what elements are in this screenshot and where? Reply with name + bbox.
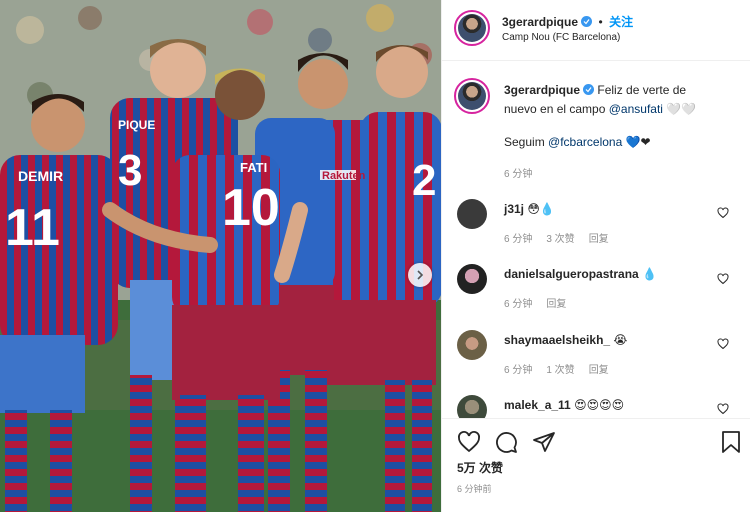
- commenter-avatar[interactable]: [457, 395, 487, 418]
- comment-time: 6 分钟: [504, 299, 533, 310]
- comment-text: 💧: [642, 267, 658, 281]
- caption: 3gerardpique Feliz de verte de nuevo en …: [504, 81, 736, 119]
- comment-heart-icon[interactable]: [717, 207, 729, 219]
- comment-time: 6 分钟: [504, 365, 533, 376]
- like-heart-icon[interactable]: [457, 430, 481, 454]
- comment-heart-icon[interactable]: [717, 273, 729, 285]
- comment-username[interactable]: danielsalgueropastrana: [504, 267, 639, 281]
- separator-dot: •: [598, 15, 603, 29]
- caption-username[interactable]: 3gerardpique: [504, 83, 580, 97]
- comment-bubble-icon[interactable]: [494, 430, 518, 454]
- follow-button[interactable]: 关注: [609, 15, 633, 29]
- commenter-avatar[interactable]: [457, 264, 487, 294]
- caption-text-line1: Feliz de verte de: [597, 83, 687, 97]
- comment-text: 😍😍😍😍: [574, 398, 625, 412]
- caption-emoji2: 💙❤: [625, 135, 651, 149]
- likes-count[interactable]: 5万 次赞: [457, 459, 503, 476]
- post-header: 3gerardpique • 关注 Camp Nou (FC Barcelona…: [442, 0, 750, 61]
- jersey-number-fati: 10: [222, 179, 280, 237]
- post-time-ago: 6 分钟前: [457, 484, 492, 494]
- comment-reply-button[interactable]: 回复: [546, 299, 566, 310]
- comment-username[interactable]: shaymaaelsheikh_: [504, 333, 610, 347]
- save-bookmark-icon[interactable]: [720, 430, 742, 454]
- jersey-sponsor: Rakuten: [322, 170, 366, 182]
- jersey-name-left: DEMIR: [18, 168, 64, 184]
- verified-badge-icon: [583, 84, 595, 95]
- comment-likes[interactable]: 1 次赞: [546, 365, 574, 376]
- comment-heart-icon[interactable]: [717, 403, 729, 415]
- chevron-right-icon: [417, 270, 424, 280]
- comment-time: 6 分钟: [504, 234, 533, 245]
- comment-likes[interactable]: 3 次赞: [546, 234, 574, 245]
- caption-text-line3: Seguim: [504, 135, 545, 149]
- comment-text: 😳💧: [527, 202, 555, 216]
- comment-heart-icon[interactable]: [717, 338, 729, 350]
- comment-reply-button[interactable]: 回复: [589, 365, 609, 376]
- caption-text-line2: nuevo en el campo: [504, 102, 606, 116]
- comments-list[interactable]: 3gerardpique Feliz de verte de nuevo en …: [442, 61, 750, 418]
- post-details-panel: 3gerardpique • 关注 Camp Nou (FC Barcelona…: [441, 0, 750, 512]
- author-username[interactable]: 3gerardpique: [502, 15, 578, 29]
- post-location[interactable]: Camp Nou (FC Barcelona): [502, 32, 620, 43]
- jersey-name-fati: FATI: [240, 160, 268, 175]
- comment-text: 😭: [613, 333, 628, 347]
- caption-avatar[interactable]: [454, 78, 490, 114]
- author-avatar[interactable]: [454, 10, 490, 46]
- comment-reply-button[interactable]: 回复: [589, 234, 609, 245]
- caption-mention-fcbarcelona[interactable]: @fcbarcelona: [548, 135, 622, 149]
- commenter-avatar[interactable]: [457, 330, 487, 360]
- jersey-number-left: 11: [5, 199, 60, 257]
- jersey-number-right: 2: [412, 156, 437, 205]
- team-huddle-illustration: [0, 0, 441, 512]
- caption-emoji: 🤍🤍: [666, 102, 697, 116]
- caption-mention-ansufati[interactable]: @ansufati: [609, 102, 663, 116]
- comment-username[interactable]: malek_a_11: [504, 398, 571, 412]
- post-photo[interactable]: DEMIR 11 PIQUE 3 FATI 10 2 Rakuten: [0, 0, 441, 512]
- verified-badge-icon: [581, 16, 593, 27]
- next-photo-button[interactable]: [408, 263, 432, 287]
- comment-username[interactable]: j31j: [504, 202, 524, 216]
- jersey-number-pique: 3: [118, 146, 143, 195]
- commenter-avatar[interactable]: [457, 199, 487, 229]
- share-send-icon[interactable]: [532, 430, 556, 454]
- caption-time: 6 分钟: [504, 169, 533, 180]
- jersey-name-pique: PIQUE: [118, 118, 156, 132]
- caption-second-line: Seguim @fcbarcelona 💙❤: [504, 133, 651, 152]
